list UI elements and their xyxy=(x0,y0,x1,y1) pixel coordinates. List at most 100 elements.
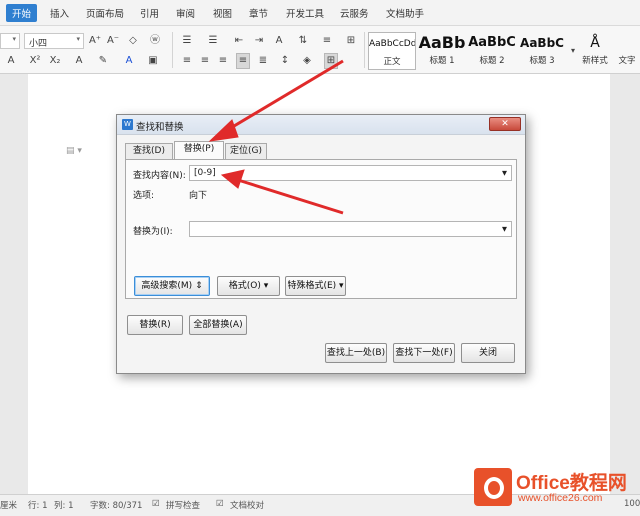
style-sample: AaBb xyxy=(418,33,466,52)
tab-replace[interactable]: 替换(P) xyxy=(174,141,224,161)
shrink-font-icon[interactable]: A⁻ xyxy=(106,34,120,48)
style-heading-3[interactable]: AaBbC 标题 3 xyxy=(518,32,566,70)
dialog-titlebar[interactable]: W 查找和替换 ✕ xyxy=(117,115,525,135)
menu-tab-references[interactable]: 引用 xyxy=(140,6,159,20)
clear-format-icon[interactable]: ◇ xyxy=(126,34,140,48)
style-caption: 标题 3 xyxy=(529,56,555,66)
status-col: 列: 1 xyxy=(54,501,74,511)
numbered-list-icon[interactable]: ☰ xyxy=(206,34,220,48)
align-left-icon[interactable]: ≡ xyxy=(180,54,194,68)
status-doc-proof[interactable]: 文档校对 xyxy=(230,499,264,511)
menu-tab-cloud[interactable]: 云服务 xyxy=(340,6,369,20)
find-replace-dialog: W 查找和替换 ✕ 查找(D) 替换(P) 定位(G) 查找内容(N): [0-… xyxy=(116,114,526,374)
find-previous-button[interactable]: 查找上一处(B) xyxy=(325,343,387,363)
new-style-button[interactable]: Å 新样式 xyxy=(578,32,612,70)
doc-proof-icon[interactable]: ☑ xyxy=(216,499,224,509)
menu-tab-doc-assistant[interactable]: 文档助手 xyxy=(386,6,424,20)
highlight-pen-icon[interactable]: ✎ xyxy=(96,54,110,68)
shading-icon[interactable]: ◈ xyxy=(300,54,314,68)
menu-bar: 开始 插入 页面布局 引用 审阅 视图 章节 开发工具 云服务 文档助手 xyxy=(0,0,640,26)
logo-title: Office教程网 xyxy=(516,473,627,494)
chevron-down-icon: ▾ xyxy=(339,281,344,291)
replace-button[interactable]: 替换(R) xyxy=(127,315,183,335)
menu-tab-section[interactable]: 章节 xyxy=(249,6,268,20)
tab-find[interactable]: 查找(D) xyxy=(125,143,173,160)
chevron-down-icon[interactable]: ▼ xyxy=(502,169,507,177)
status-spell-check[interactable]: 拼写检查 xyxy=(166,499,200,511)
chevron-down-icon: ▾ xyxy=(76,35,80,43)
format-button[interactable]: 格式(O) ▾ xyxy=(217,276,280,296)
style-normal[interactable]: AaBbCcDd 正文 xyxy=(368,32,416,70)
spell-check-icon[interactable]: ☑ xyxy=(152,499,160,509)
new-style-icon: Å xyxy=(590,35,600,51)
font-name-select[interactable]: ▾ xyxy=(0,33,20,49)
office26-logo: Office教程网 www.office26.com xyxy=(474,466,640,516)
char-shading-icon[interactable]: ▣ xyxy=(146,54,160,68)
find-what-value: [0-9] xyxy=(194,168,216,178)
close-icon[interactable]: ✕ xyxy=(489,117,521,131)
border-icon[interactable]: ⊞ xyxy=(324,53,338,69)
text-tool-icon xyxy=(614,32,640,54)
justify-icon[interactable]: ≡ xyxy=(236,53,250,69)
status-unit: 厘米 xyxy=(0,501,18,511)
align-center-icon[interactable]: ≡ xyxy=(198,54,212,68)
menu-tab-view[interactable]: 视图 xyxy=(213,6,232,20)
options-value: 向下 xyxy=(189,191,208,201)
menu-tab-developer[interactable]: 开发工具 xyxy=(286,6,324,20)
text-tool-button[interactable]: 文字 xyxy=(614,32,640,70)
style-sample: AaBbCcDd xyxy=(369,39,415,49)
dialog-title: 查找和替换 xyxy=(136,122,184,133)
style-caption: 正文 xyxy=(383,57,401,67)
font-color-icon[interactable]: A xyxy=(122,54,136,68)
paragraph-spacing-icon[interactable]: ↕ xyxy=(278,54,292,68)
menu-tab-page-layout[interactable]: 页面布局 xyxy=(86,6,124,20)
style-heading-2[interactable]: AaBbC 标题 2 xyxy=(468,32,516,70)
logo-url: www.office26.com xyxy=(518,492,603,504)
chevron-down-icon: ▾ xyxy=(263,281,269,291)
special-format-button[interactable]: 特殊格式(E) ▾ xyxy=(285,276,346,296)
new-style-label: 新样式 xyxy=(582,56,608,66)
chevron-down-icon[interactable]: ▼ xyxy=(502,225,507,233)
menu-tab-review[interactable]: 审阅 xyxy=(176,6,195,20)
style-heading-1[interactable]: AaBb 标题 1 xyxy=(418,32,466,70)
align-right-icon[interactable]: ≡ xyxy=(216,54,230,68)
grow-font-icon[interactable]: A⁺ xyxy=(88,34,102,48)
find-what-input[interactable]: [0-9] ▼ xyxy=(189,165,512,181)
office-logo-icon xyxy=(474,468,512,506)
status-row: 行: 1 xyxy=(28,501,48,511)
font-size-select[interactable]: 小四 ▾ xyxy=(24,33,84,49)
pinyin-icon[interactable]: ⓦ xyxy=(148,34,162,48)
ribbon: ▾ 小四 ▾ A⁺ A⁻ ◇ ⓦ A X² X₂ A ✎ A ▣ ☰ ☰ ⇤ ⇥… xyxy=(0,26,640,74)
style-sample: AaBbC xyxy=(520,36,564,50)
replace-with-input[interactable]: ▼ xyxy=(189,221,512,237)
sort-icon[interactable]: ⇅ xyxy=(296,34,310,48)
text-effect-icon[interactable]: A xyxy=(4,54,18,68)
replace-tab-panel: 查找内容(N): [0-9] ▼ 选项: 向下 替换为(I): ▼ 高级搜索(M… xyxy=(125,159,517,299)
expand-icon: ⇕ xyxy=(195,281,203,291)
status-word-count[interactable]: 字数: 80/371 xyxy=(90,499,142,511)
ribbon-separator xyxy=(172,32,173,68)
advanced-search-button[interactable]: 高级搜索(M) ⇕ xyxy=(134,276,210,296)
tab-goto[interactable]: 定位(G) xyxy=(225,143,267,160)
line-spacing-icon[interactable]: ≡ xyxy=(320,34,334,48)
menu-tab-home[interactable]: 开始 xyxy=(6,4,38,22)
decrease-indent-icon[interactable]: ⇤ xyxy=(232,34,246,48)
chinese-layout-icon[interactable]: A xyxy=(272,34,286,48)
superscript-icon[interactable]: X² xyxy=(28,54,42,68)
text-highlight-icon[interactable]: A xyxy=(72,54,86,68)
distributed-icon[interactable]: ≣ xyxy=(256,54,270,68)
special-format-label: 特殊格式(E) xyxy=(287,281,337,291)
find-what-label: 查找内容(N): xyxy=(133,171,186,181)
text-tool-label: 文字 xyxy=(618,56,636,66)
bullet-list-icon[interactable]: ☰ xyxy=(180,34,194,48)
table-icon[interactable]: ⊞ xyxy=(344,34,358,48)
style-sample: AaBbC xyxy=(468,35,516,50)
replace-with-label: 替换为(I): xyxy=(133,227,173,237)
paragraph-handle-icon[interactable]: ▤ ▾ xyxy=(66,146,82,156)
increase-indent-icon[interactable]: ⇥ xyxy=(252,34,266,48)
subscript-icon[interactable]: X₂ xyxy=(48,54,62,68)
replace-all-button[interactable]: 全部替换(A) xyxy=(189,315,247,335)
close-button[interactable]: 关闭 xyxy=(461,343,515,363)
find-next-button[interactable]: 查找下一处(F) xyxy=(393,343,455,363)
menu-tab-insert[interactable]: 插入 xyxy=(50,6,69,20)
